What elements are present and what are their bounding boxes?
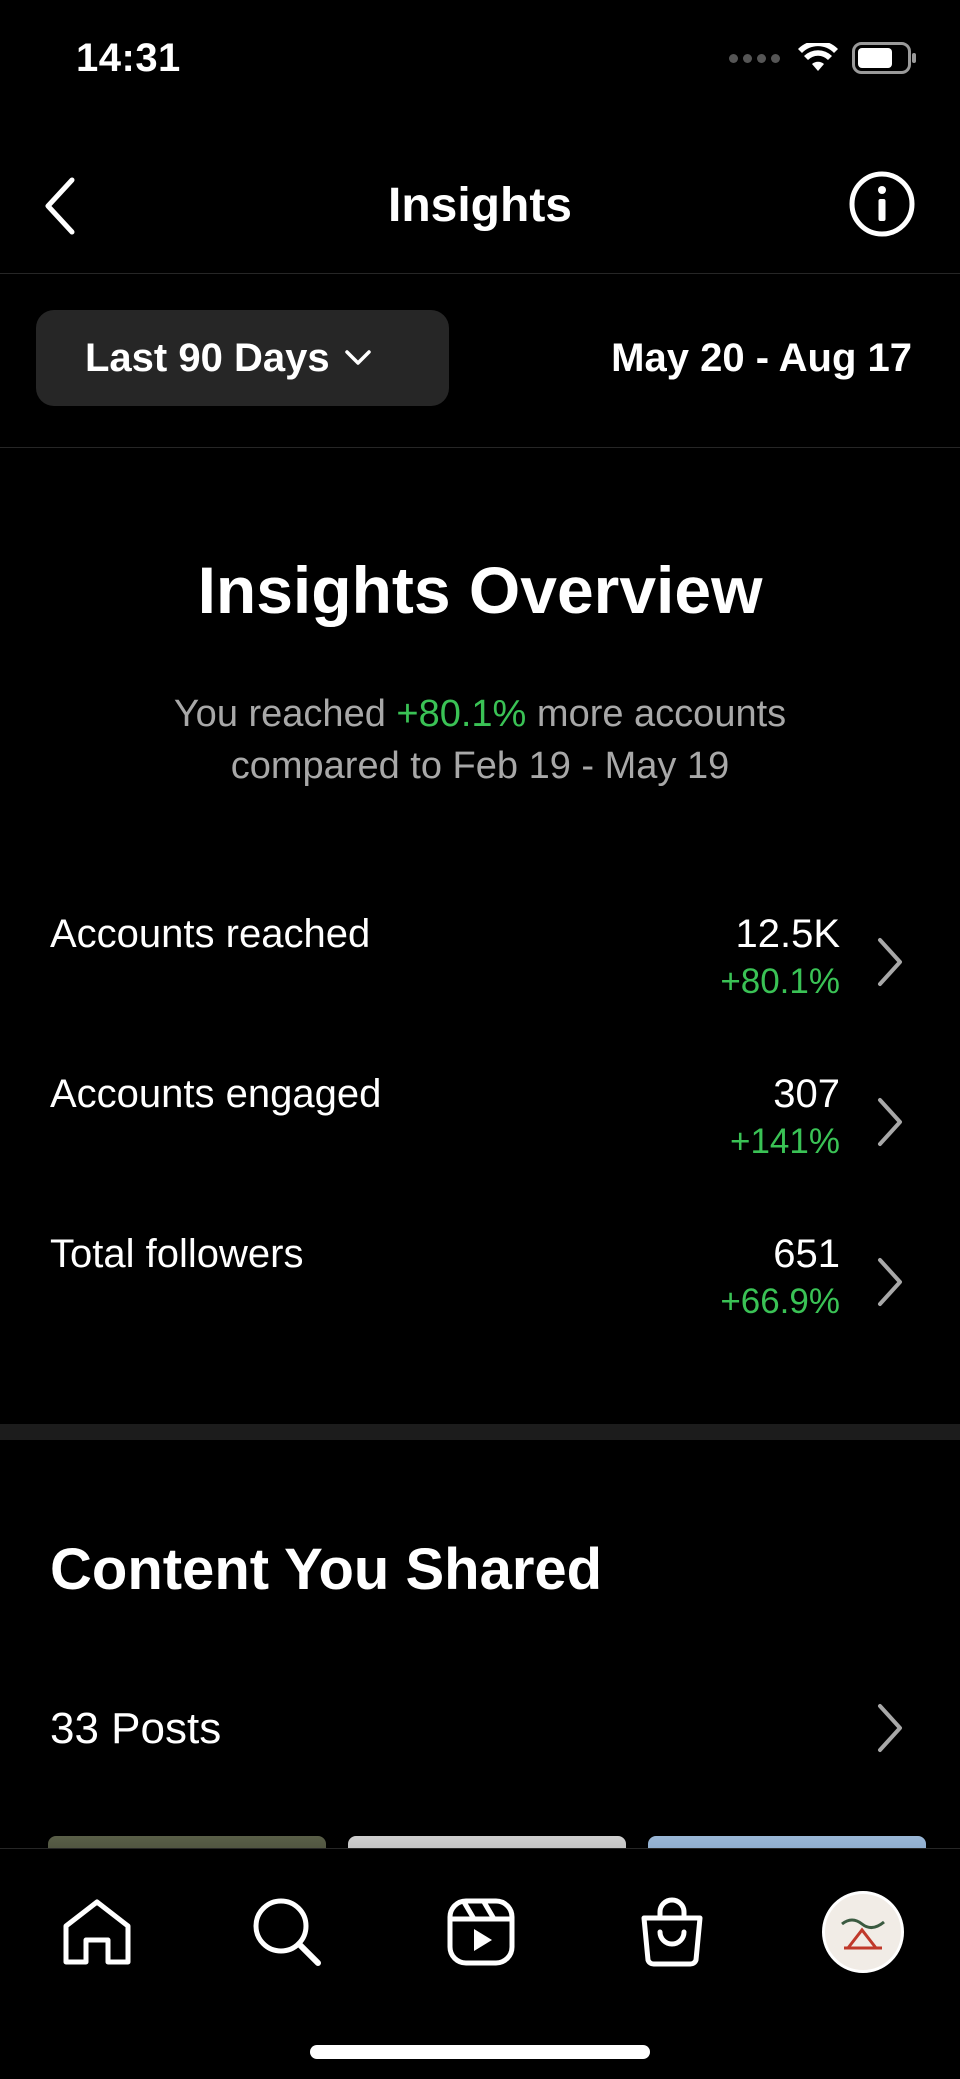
- metric-row-accounts-engaged[interactable]: Accounts engaged 307 +141%: [0, 1060, 960, 1190]
- tab-home[interactable]: [52, 1887, 142, 1977]
- profile-logo-icon: [841, 1918, 885, 1950]
- date-range-dropdown[interactable]: Last 90 Days: [36, 310, 449, 406]
- status-icons: [729, 42, 918, 74]
- tab-search[interactable]: [242, 1887, 332, 1977]
- metric-row-total-followers[interactable]: Total followers 651 +66.9%: [0, 1220, 960, 1350]
- subtitle-highlight: +80.1%: [396, 693, 527, 735]
- info-icon: [849, 171, 915, 237]
- info-button[interactable]: [848, 170, 916, 238]
- insights-overview: Insights Overview You reached +80.1% mor…: [0, 448, 960, 1424]
- content-shared-section: Content You Shared 33 Posts: [0, 1440, 960, 1850]
- overview-title: Insights Overview: [197, 553, 763, 627]
- tab-shop[interactable]: [627, 1887, 717, 1977]
- metric-label: Accounts engaged: [50, 1072, 382, 1116]
- metric-change: +66.9%: [720, 1282, 840, 1321]
- bottom-tab-bar: [0, 1848, 960, 2079]
- posts-count-label: 33 Posts: [50, 1704, 222, 1753]
- metric-label: Total followers: [50, 1232, 304, 1276]
- tab-profile[interactable]: [818, 1887, 908, 1977]
- shop-icon: [641, 1897, 703, 1967]
- chevron-down-icon: [344, 350, 371, 365]
- filter-bar: Last 90 Days May 20 - Aug 17: [0, 274, 960, 448]
- avatar: [822, 1891, 904, 1973]
- chevron-right-icon: [878, 1098, 902, 1146]
- status-time: 14:31: [76, 36, 181, 80]
- search-icon: [253, 1898, 321, 1966]
- home-icon: [63, 1899, 131, 1965]
- tab-reels[interactable]: [436, 1887, 526, 1977]
- date-range-dropdown-label: Last 90 Days: [85, 335, 330, 380]
- chevron-right-icon: [878, 1704, 902, 1752]
- chevron-right-icon: [878, 938, 902, 986]
- metric-change: +141%: [730, 1122, 840, 1161]
- chevron-right-icon: [878, 1258, 902, 1306]
- page-title: Insights: [387, 179, 572, 232]
- metric-label: Accounts reached: [50, 912, 371, 956]
- metric-value: 307: [773, 1072, 840, 1116]
- section-divider: [0, 1424, 960, 1440]
- content-section-title: Content You Shared: [50, 1537, 603, 1602]
- metric-change: +80.1%: [720, 962, 840, 1001]
- reels-icon: [447, 1898, 515, 1966]
- metric-value: 651: [773, 1232, 840, 1276]
- metric-row-accounts-reached[interactable]: Accounts reached 12.5K +80.1%: [0, 900, 960, 1030]
- date-range-text: May 20 - Aug 17: [611, 336, 912, 380]
- status-bar: 14:31: [0, 0, 960, 120]
- metric-value: 12.5K: [735, 912, 840, 956]
- cellular-signal-icon: [729, 53, 780, 63]
- posts-row[interactable]: 33 Posts: [0, 1668, 960, 1778]
- subtitle-prefix: You reached: [173, 693, 397, 735]
- nav-header: Insights: [0, 150, 960, 274]
- wifi-icon: [798, 43, 838, 71]
- battery-icon: [852, 42, 916, 74]
- overview-subtitle: You reached +80.1% more accounts compare…: [100, 688, 860, 792]
- home-indicator: [310, 2045, 650, 2059]
